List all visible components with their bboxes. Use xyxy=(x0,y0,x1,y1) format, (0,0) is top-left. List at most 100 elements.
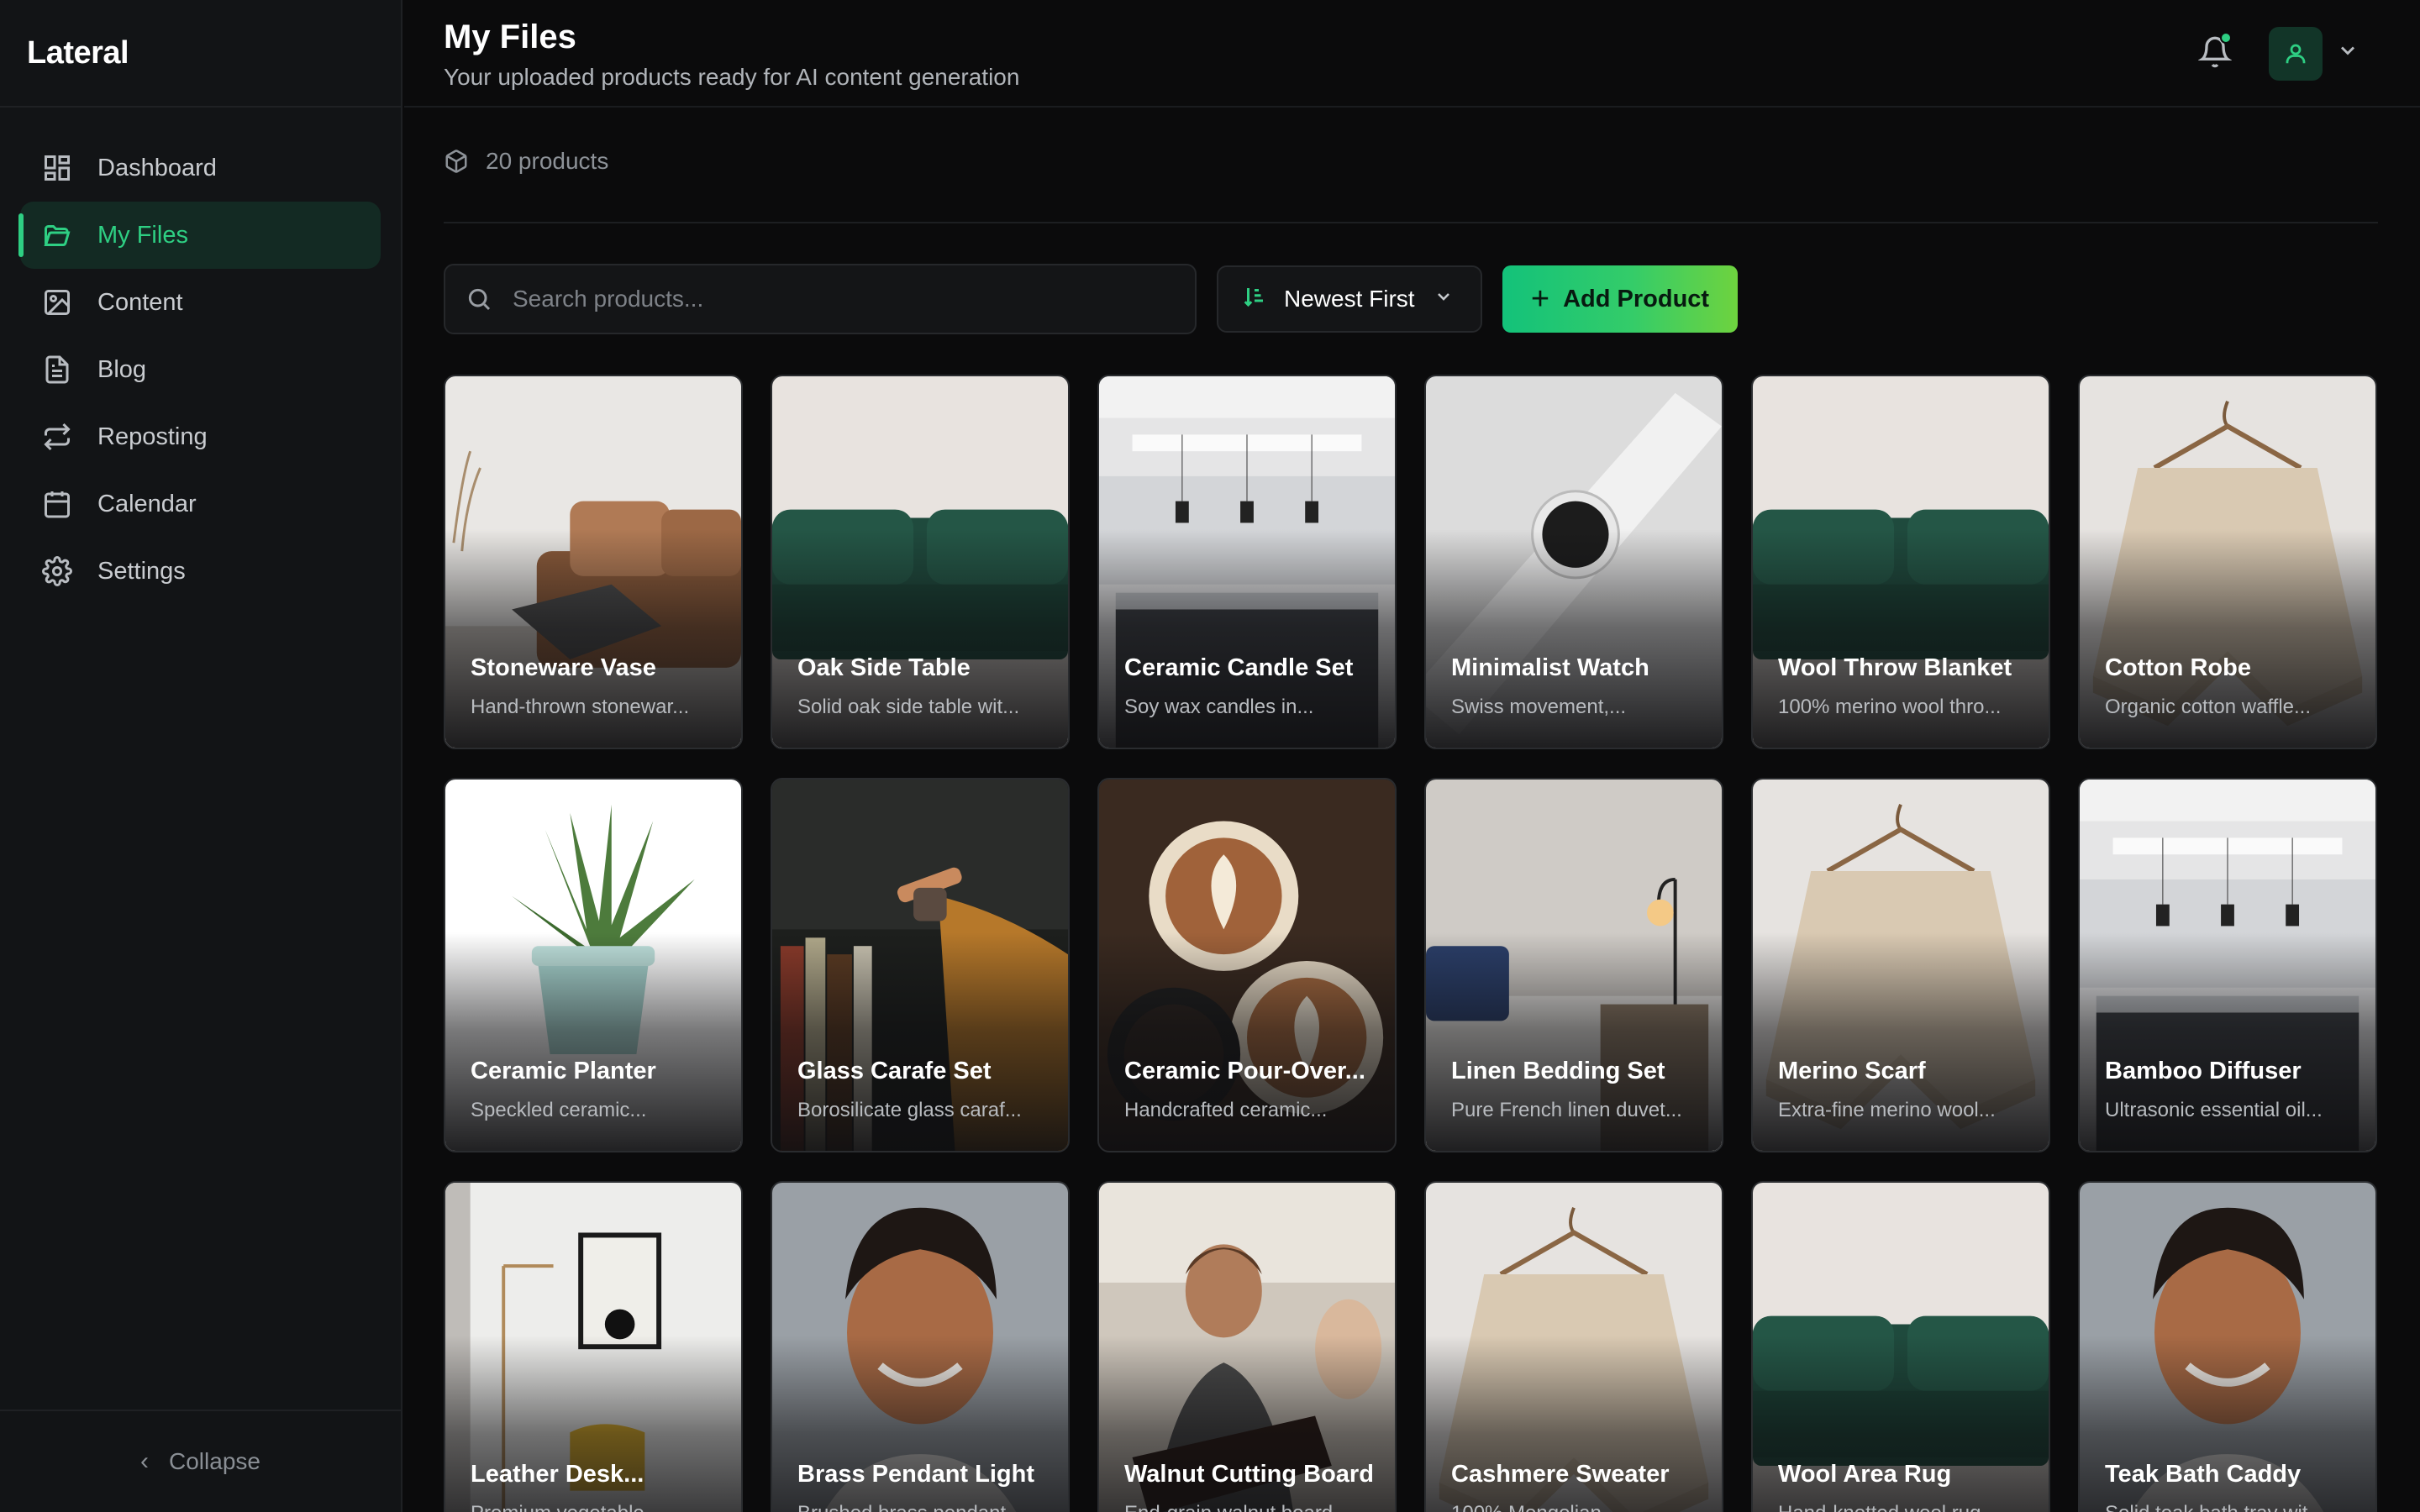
product-title: Linen Bedding Set xyxy=(1451,1058,1665,1084)
product-description: Organic cotton waffle... xyxy=(2105,696,2312,718)
product-description: Pure French linen duvet... xyxy=(1451,1099,1682,1121)
product-title: Stoneware Vase xyxy=(471,654,656,681)
product-description: Hand-thrown stonewar... xyxy=(471,696,690,718)
product-description: Speckled ceramic... xyxy=(471,1099,647,1121)
product-description: Ultrasonic essential oil... xyxy=(2105,1099,2323,1121)
notifications-button[interactable] xyxy=(2195,32,2235,72)
product-card[interactable]: Merino Scarf Extra-fine merino wool... xyxy=(1751,778,2050,1152)
product-title: Glass Carafe Set xyxy=(797,1058,992,1084)
product-title: Minimalist Watch xyxy=(1451,654,1649,681)
product-card[interactable]: Linen Bedding Set Pure French linen duvet… xyxy=(1424,778,1723,1152)
product-description: Hand-knotted wool rug... xyxy=(1778,1502,1997,1512)
sidebar-nav: Dashboard My Files Content Blog Repostin… xyxy=(0,108,401,605)
product-card[interactable]: Wool Area Rug Hand-knotted wool rug... xyxy=(1751,1181,2050,1512)
product-title: Wool Throw Blanket xyxy=(1778,654,2012,681)
page-subtitle: Your uploaded products ready for AI cont… xyxy=(444,64,1020,90)
product-card[interactable]: Glass Carafe Set Borosilicate glass caraf… xyxy=(771,778,1070,1152)
product-title: Brass Pendant Light xyxy=(797,1461,1034,1488)
sort-dropdown[interactable]: Newest First xyxy=(1217,265,1482,333)
product-card[interactable]: Wool Throw Blanket 100% merino wool thro.… xyxy=(1751,375,2050,749)
product-count: 20 products xyxy=(444,148,608,175)
sidebar-item-settings[interactable]: Settings xyxy=(20,538,381,605)
product-title: Cotton Robe xyxy=(2105,654,2251,681)
product-card[interactable]: Ceramic Planter Speckled ceramic... xyxy=(444,778,743,1152)
sidebar-item-label: Settings xyxy=(97,557,186,585)
folder-open-icon xyxy=(40,218,74,252)
product-title: Wool Area Rug xyxy=(1778,1461,1952,1488)
product-card[interactable]: Ceramic Pour-Over... Handcrafted ceramic.… xyxy=(1097,778,1397,1152)
product-card[interactable]: Stoneware Vase Hand-thrown stonewar... xyxy=(444,375,743,749)
divider xyxy=(444,222,2378,223)
sidebar-item-blog[interactable]: Blog xyxy=(20,336,381,403)
product-title: Ceramic Candle Set xyxy=(1124,654,1354,681)
calendar-icon xyxy=(40,487,74,521)
avatar[interactable] xyxy=(2269,27,2323,81)
sort-icon xyxy=(1242,284,1284,315)
product-card[interactable]: Walnut Cutting Board End-grain walnut boa… xyxy=(1097,1181,1397,1512)
product-description: Handcrafted ceramic... xyxy=(1124,1099,1328,1121)
product-card[interactable]: Oak Side Table Solid oak side table wit..… xyxy=(771,375,1070,749)
collapse-label: Collapse xyxy=(169,1448,260,1474)
product-title: Oak Side Table xyxy=(797,654,971,681)
product-description: Brushed brass pendant... xyxy=(797,1502,1023,1512)
sidebar-item-label: My Files xyxy=(97,221,188,249)
page-title: My Files xyxy=(444,18,576,55)
chevron-down-icon xyxy=(1434,286,1454,312)
sidebar-item-label: Blog xyxy=(97,355,147,383)
product-description: Solid teak bath tray wit... xyxy=(2105,1502,2324,1512)
sidebar-item-label: Content xyxy=(97,288,183,316)
product-description: Premium vegetable... xyxy=(471,1502,661,1512)
add-product-button[interactable]: + Add Product xyxy=(1502,265,1738,333)
product-card[interactable]: Ceramic Candle Set Soy wax candles in... xyxy=(1097,375,1397,749)
document-icon xyxy=(40,353,74,386)
collapse-button[interactable]: ‹ Collapse xyxy=(0,1410,401,1512)
sidebar-item-dashboard[interactable]: Dashboard xyxy=(20,134,381,202)
repost-icon xyxy=(40,420,74,454)
sidebar-item-reposting[interactable]: Reposting xyxy=(20,403,381,470)
sort-label: Newest First xyxy=(1284,286,1415,312)
product-card[interactable]: Bamboo Diffuser Ultrasonic essential oil.… xyxy=(2078,778,2377,1152)
app-logo[interactable]: Lateral xyxy=(27,35,129,71)
image-icon xyxy=(40,286,74,319)
chevron-left-icon: ‹ xyxy=(140,1447,150,1475)
account-menu-chevron[interactable] xyxy=(2336,39,2361,64)
product-title: Cashmere Sweater xyxy=(1451,1461,1670,1488)
chevron-down-icon xyxy=(2340,46,2355,55)
product-card[interactable]: Brass Pendant Light Brushed brass pendant… xyxy=(771,1181,1070,1512)
sidebar-item-my-files[interactable]: My Files xyxy=(18,202,381,269)
sidebar-item-content[interactable]: Content xyxy=(20,269,381,336)
product-title: Leather Desk... xyxy=(471,1461,644,1488)
product-description: Solid oak side table wit... xyxy=(797,696,1020,718)
product-title: Ceramic Pour-Over... xyxy=(1124,1058,1365,1084)
product-card[interactable]: Leather Desk... Premium vegetable... xyxy=(444,1181,743,1512)
product-card[interactable]: Cotton Robe Organic cotton waffle... xyxy=(2078,375,2377,749)
product-title: Teak Bath Caddy xyxy=(2105,1461,2302,1488)
sidebar-item-label: Calendar xyxy=(97,490,197,517)
product-description: Swiss movement,... xyxy=(1451,696,1627,718)
dashboard-icon xyxy=(40,151,74,185)
notification-dot xyxy=(2220,32,2232,44)
product-description: Extra-fine merino wool... xyxy=(1778,1099,1996,1121)
product-title: Ceramic Planter xyxy=(471,1058,656,1084)
product-description: Soy wax candles in... xyxy=(1124,696,1314,718)
sidebar-item-calendar[interactable]: Calendar xyxy=(20,470,381,538)
user-icon xyxy=(2286,44,2306,64)
top-bar: My Files Your uploaded products ready fo… xyxy=(404,0,2420,108)
sidebar-item-label: Dashboard xyxy=(97,154,217,181)
product-card[interactable]: Teak Bath Caddy Solid teak bath tray wit.… xyxy=(2078,1181,2377,1512)
product-title: Walnut Cutting Board xyxy=(1124,1461,1374,1488)
gear-icon xyxy=(40,554,74,588)
search-box[interactable] xyxy=(444,264,1197,334)
product-title: Bamboo Diffuser xyxy=(2105,1058,2302,1084)
add-product-label: Add Product xyxy=(1563,285,1710,312)
product-description: 100% Mongolian... xyxy=(1451,1502,1618,1512)
search-icon xyxy=(468,288,491,311)
product-card[interactable]: Minimalist Watch Swiss movement,... xyxy=(1424,375,1723,749)
sidebar-item-label: Reposting xyxy=(97,423,208,450)
sidebar: Lateral Dashboard My Files Content Blog xyxy=(0,0,402,1512)
product-card[interactable]: Cashmere Sweater 100% Mongolian... xyxy=(1424,1181,1723,1512)
plus-icon: + xyxy=(1530,281,1550,317)
product-description: 100% merino wool thro... xyxy=(1778,696,2002,718)
box-icon xyxy=(445,150,467,173)
search-input[interactable] xyxy=(513,286,1151,312)
